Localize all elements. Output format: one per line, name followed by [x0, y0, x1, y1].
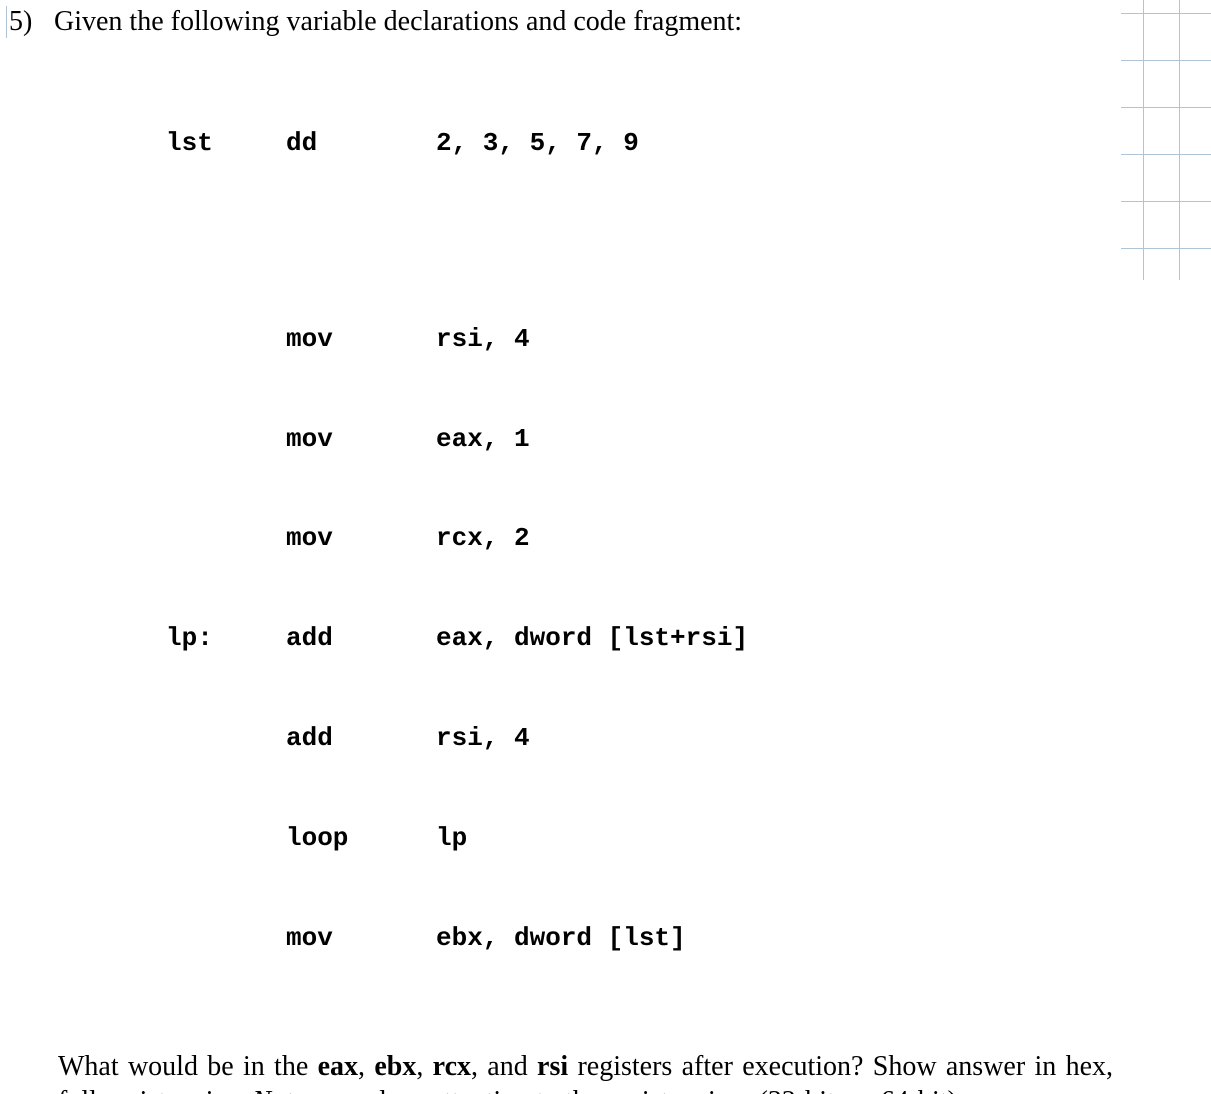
- code-label: [166, 822, 286, 855]
- code-line: looplp: [166, 822, 1171, 855]
- register-name: rsi: [537, 1051, 568, 1082]
- code-label: [166, 922, 286, 955]
- code-args: eax, 1: [436, 423, 530, 456]
- code-op: mov: [286, 522, 436, 555]
- code-args: eax, dword [lst+rsi]: [436, 622, 748, 655]
- code-args: rcx, 2: [436, 522, 530, 555]
- register-name: eax: [318, 1051, 358, 1082]
- question-content: 5) Given the following variable declarat…: [0, 0, 1211, 1094]
- code-line: moveax, 1: [166, 423, 1171, 456]
- code-label: [166, 722, 286, 755]
- code-op: add: [286, 622, 436, 655]
- code-label: [166, 323, 286, 356]
- code-line: movrsi, 4: [166, 323, 1171, 356]
- register-name: rcx: [433, 1051, 471, 1082]
- code-label: [166, 522, 286, 555]
- followup-text: , and: [471, 1051, 537, 1082]
- register-name: ebx: [374, 1051, 416, 1082]
- code-args: rsi, 4: [436, 323, 530, 356]
- question-followup: What would be in the eax, ebx, rcx, and …: [58, 1049, 1113, 1094]
- code-op: mov: [286, 922, 436, 955]
- code-line: addrsi, 4: [166, 722, 1171, 755]
- note-label: Note: [252, 1086, 305, 1094]
- question-number: 5): [6, 6, 54, 38]
- followup-text: , pay close attention to the register si…: [305, 1086, 964, 1094]
- followup-text: ,: [358, 1051, 374, 1082]
- code-label: lp:: [166, 622, 286, 655]
- code-label: [166, 423, 286, 456]
- code-line: movrcx, 2: [166, 522, 1171, 555]
- code-line: lp:addeax, dword [lst+rsi]: [166, 622, 1171, 655]
- question-header: 5) Given the following variable declarat…: [6, 6, 1171, 38]
- code-op: mov: [286, 323, 436, 356]
- code-op: loop: [286, 822, 436, 855]
- code-line: lstdd2, 3, 5, 7, 9: [166, 127, 1171, 160]
- code-args: ebx, dword [lst]: [436, 922, 686, 955]
- followup-text: ,: [416, 1051, 432, 1082]
- code-args: 2, 3, 5, 7, 9: [436, 127, 639, 160]
- code-label: lst: [166, 127, 286, 160]
- code-blank-line: [166, 226, 1171, 256]
- code-args: rsi, 4: [436, 722, 530, 755]
- code-op: dd: [286, 127, 436, 160]
- followup-text: What would be in the: [58, 1051, 318, 1082]
- code-op: add: [286, 722, 436, 755]
- code-args: lp: [436, 822, 467, 855]
- code-line: movebx, dword [lst]: [166, 922, 1171, 955]
- question-prompt: Given the following variable declaration…: [54, 6, 1171, 38]
- code-op: mov: [286, 423, 436, 456]
- code-fragment: lstdd2, 3, 5, 7, 9 movrsi, 4 moveax, 1 m…: [166, 60, 1171, 1021]
